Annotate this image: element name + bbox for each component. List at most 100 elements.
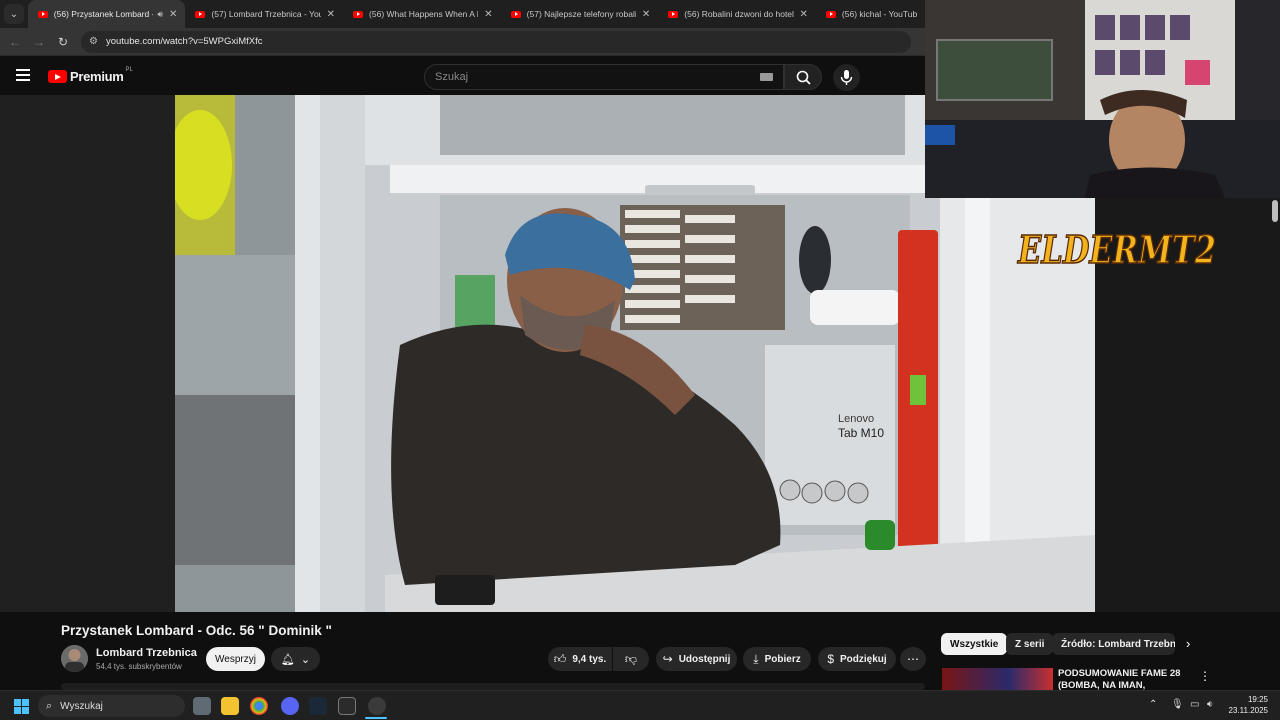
discord-icon[interactable] <box>281 697 299 715</box>
channel-avatar[interactable] <box>61 645 88 672</box>
tab-strip: ⌄ (56) Przystanek Lombard - O 🔊︎ ✕ (57) … <box>0 0 925 28</box>
microphone-icon <box>840 70 853 85</box>
more-vertical-icon[interactable]: ⋮ <box>1199 669 1211 683</box>
dislike-button[interactable]: 👎︎ <box>613 647 649 671</box>
webcam-frame <box>925 0 1280 198</box>
chrome-icon[interactable] <box>250 697 268 715</box>
menu-icon[interactable] <box>16 69 30 81</box>
youtube-favicon-icon <box>195 10 206 18</box>
notifications-button[interactable]: 🔔︎ ⌄ <box>271 647 320 671</box>
taskbar-search-placeholder: Wyszukaj <box>60 700 103 712</box>
search-icon: ⌕ <box>46 699 53 712</box>
close-tab-icon[interactable]: ✕ <box>169 9 177 20</box>
tab-3[interactable]: (57) Najlepsze telefony robaline ✕ <box>501 0 659 28</box>
tab-title: (56) Przystanek Lombard - O <box>53 9 154 19</box>
logo-text: Premium <box>70 69 124 84</box>
youtube-favicon-icon <box>668 10 679 18</box>
youtube-favicon-icon <box>825 10 836 18</box>
tab-1[interactable]: (57) Lombard Trzebnica - YouTu ✕ <box>185 0 343 28</box>
taskbar: ⌕ Wyszukaj ⌃ 🎙︎ ▭ 🔉︎ 19:25 23.11.2025 <box>0 690 1280 720</box>
brand-text: ELDERMT2 <box>1017 227 1216 272</box>
task-view-icon[interactable] <box>193 697 211 715</box>
support-button[interactable]: Wesprzyj <box>206 647 265 671</box>
streamer-webcam <box>925 0 1280 198</box>
chip-series[interactable]: Z serii <box>1006 633 1054 655</box>
close-tab-icon[interactable]: ✕ <box>800 9 808 20</box>
scrollbar[interactable] <box>1272 200 1278 222</box>
download-button[interactable]: ⤓ Pobierz <box>743 647 811 671</box>
search-box <box>424 64 784 90</box>
chevron-down-icon: ⌄ <box>300 653 311 666</box>
description-box[interactable] <box>61 683 925 690</box>
microphone-icon[interactable]: 🎙︎ <box>1171 699 1184 710</box>
like-button[interactable]: 👍︎ 9,4 tys. <box>548 647 612 671</box>
subscriber-count: 54,4 tys. subskrybentów <box>96 662 182 671</box>
thanks-label: Podziękuj <box>840 653 887 665</box>
lenovo-sign-line-1: Lenovo <box>838 413 874 425</box>
audio-playing-icon[interactable]: 🔊︎ <box>157 9 163 20</box>
chevron-up-icon[interactable]: ⌃ <box>1149 699 1157 710</box>
share-button[interactable]: ↪ Udostępnij <box>656 647 737 671</box>
chevron-right-icon[interactable]: › <box>1186 636 1190 651</box>
network-icon[interactable]: ▭ <box>1190 699 1199 710</box>
active-app-indicator <box>365 717 387 719</box>
tab-title: (56) Robalini dzwoni do hotelu <box>684 9 794 19</box>
forward-icon[interactable]: → <box>27 35 51 49</box>
back-icon[interactable]: ← <box>3 35 27 49</box>
more-actions-button[interactable]: ⋯ <box>900 647 926 671</box>
channel-name[interactable]: Lombard Trzebnica <box>96 647 197 659</box>
close-tab-icon[interactable]: ✕ <box>327 9 335 20</box>
related-video-thumbnail[interactable] <box>942 668 1053 690</box>
close-tab-icon[interactable]: ✕ <box>484 9 492 20</box>
keyboard-icon[interactable] <box>760 73 773 81</box>
stream-brand-logo: ELDERMT2 <box>1012 205 1222 285</box>
youtube-favicon-icon <box>353 10 364 18</box>
tab-5[interactable]: (56) kichal - YouTube <box>816 0 925 28</box>
search-button[interactable] <box>784 64 822 90</box>
share-icon: ↪ <box>662 652 673 666</box>
tab-4[interactable]: (56) Robalini dzwoni do hotelu ✕ <box>658 0 816 28</box>
thumbs-up-icon: 👍︎ <box>553 651 567 666</box>
region-code: PL <box>125 66 133 73</box>
obs-icon[interactable] <box>368 697 386 715</box>
youtube-favicon-icon <box>37 10 48 18</box>
address-bar: ← → ↻ ⚙ youtube.com/watch?v=5WPGxiMfXfc <box>0 28 925 56</box>
steam-icon[interactable] <box>309 697 327 715</box>
chip-source[interactable]: Źródło: Lombard Trzebnica <box>1052 633 1175 655</box>
share-label: Udostępnij <box>678 653 731 665</box>
youtube-play-icon <box>48 70 67 83</box>
tab-title: (56) What Happens When A Hu <box>369 9 479 19</box>
thanks-button[interactable]: $ Podziękuj <box>818 647 896 671</box>
taskbar-search[interactable]: ⌕ Wyszukaj <box>38 695 185 717</box>
search-icon <box>796 70 811 85</box>
voice-search-button[interactable] <box>833 64 860 91</box>
eldermt2-logo: ELDERMT2 <box>1016 226 1216 273</box>
chip-all[interactable]: Wszystkie <box>941 633 1008 655</box>
url-field[interactable]: ⚙ youtube.com/watch?v=5WPGxiMfXfc <box>81 30 911 53</box>
tab-2[interactable]: (56) What Happens When A Hu ✕ <box>343 0 501 28</box>
windows-start-icon[interactable] <box>14 699 29 714</box>
search-input[interactable] <box>425 65 725 89</box>
time: 19:25 <box>1247 695 1268 704</box>
tab-search-icon[interactable]: ⌄ <box>4 4 24 24</box>
file-explorer-icon[interactable] <box>221 697 239 715</box>
youtube-logo[interactable]: Premium PL <box>48 66 133 84</box>
player-letterbox <box>0 95 175 612</box>
download-icon: ⤓ <box>753 651 759 666</box>
site-settings-icon[interactable]: ⚙ <box>89 36 98 47</box>
tab-title: (56) kichal - YouTube <box>841 9 918 19</box>
clock[interactable]: 19:25 23.11.2025 <box>1226 694 1268 716</box>
related-video-title[interactable]: PODSUMOWANIE FAME 28 (BOMBA, NA IMAN, MA… <box>1058 668 1186 690</box>
url-text: youtube.com/watch?v=5WPGxiMfXfc <box>105 36 263 47</box>
reload-icon[interactable]: ↻ <box>51 35 75 49</box>
youtube-header: Premium PL <box>0 57 925 95</box>
bell-icon: 🔔︎ <box>280 653 295 666</box>
youtube-favicon-icon <box>510 10 521 18</box>
avatar-image <box>61 645 88 672</box>
xbox-icon[interactable] <box>338 697 356 715</box>
like-count: 9,4 tys. <box>572 653 607 665</box>
close-tab-icon[interactable]: ✕ <box>642 9 650 20</box>
tab-0[interactable]: (56) Przystanek Lombard - O 🔊︎ ✕ <box>27 0 186 28</box>
download-label: Pobierz <box>764 653 801 665</box>
volume-icon[interactable]: 🔉︎ <box>1207 699 1213 710</box>
